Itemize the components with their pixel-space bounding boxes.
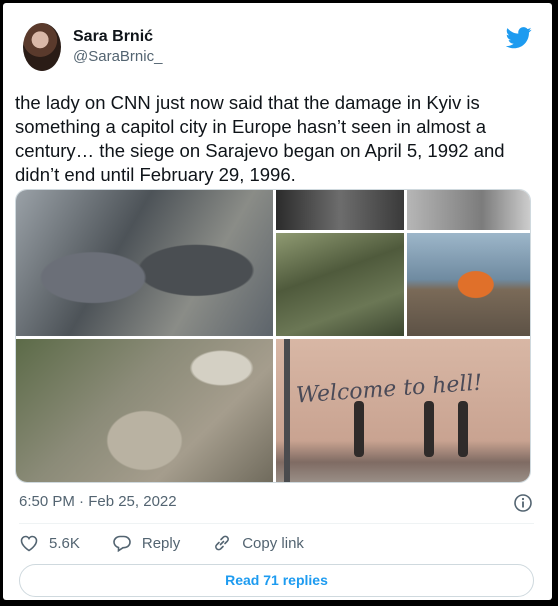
read-replies-button[interactable]: Read 71 replies — [19, 564, 534, 597]
reply-icon — [113, 535, 131, 552]
running-person — [424, 401, 434, 457]
photo-collage-rubble — [276, 190, 404, 230]
photo-collage-soldiers — [276, 233, 404, 336]
tweet-text: the lady on CNN just now said that the d… — [15, 92, 505, 185]
running-person — [354, 401, 364, 457]
info-icon[interactable] — [513, 493, 533, 513]
avatar[interactable] — [23, 23, 61, 71]
traffic-light-pole — [284, 339, 290, 482]
divider — [19, 523, 534, 524]
running-person — [458, 401, 468, 457]
heart-icon — [20, 535, 38, 552]
graffiti-text: Welcome to hell! — [295, 370, 484, 409]
reply-button[interactable]: Reply — [112, 534, 180, 552]
user-handle[interactable]: @SaraBrnic_ — [73, 47, 162, 67]
tweet-card: Sara Brnić @SaraBrnic_ the lady on CNN j… — [3, 3, 552, 600]
like-count: 5.6K — [49, 534, 80, 552]
photo-collage-burning-tower — [407, 233, 530, 336]
photo-destroyed-cars[interactable] — [16, 339, 273, 482]
copy-link-button[interactable]: Copy link — [212, 533, 304, 553]
display-name[interactable]: Sara Brnić — [73, 27, 162, 47]
media-grid: Welcome to hell! — [15, 189, 531, 483]
tweet-header: Sara Brnić @SaraBrnic_ — [23, 23, 162, 71]
like-button[interactable]: 5.6K — [19, 534, 80, 552]
photo-collage-street — [407, 190, 530, 230]
photo-collage[interactable] — [276, 190, 530, 336]
link-icon — [215, 535, 230, 551]
photo-welcome-to-hell-wall[interactable]: Welcome to hell! — [276, 339, 530, 482]
photo-crouching-people[interactable] — [16, 190, 273, 336]
copy-link-label: Copy link — [242, 534, 304, 552]
twitter-bird-icon[interactable] — [506, 27, 532, 49]
tweet-timestamp[interactable]: 6:50 PM · Feb 25, 2022 — [19, 493, 177, 510]
reply-label: Reply — [141, 534, 181, 552]
author-names: Sara Brnić @SaraBrnic_ — [73, 27, 162, 67]
tweet-actions: 5.6K Reply Copy link — [19, 533, 336, 553]
